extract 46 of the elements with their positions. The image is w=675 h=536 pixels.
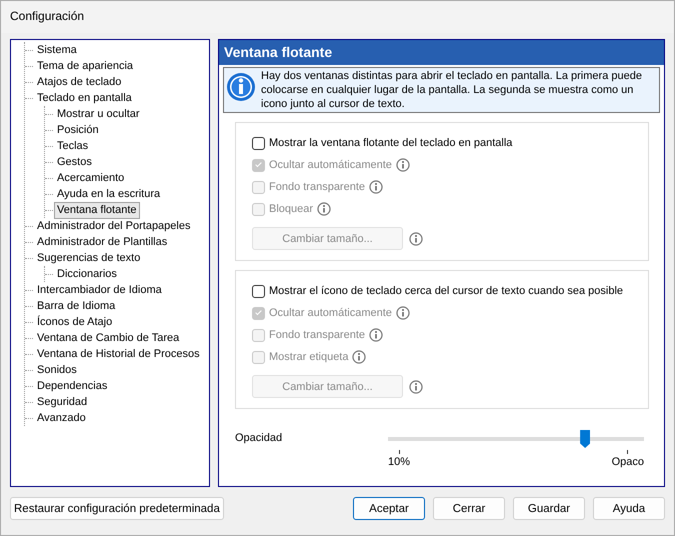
tree-item[interactable]: Mostrar u ocultar [54, 106, 143, 122]
tick-label: 10% [388, 456, 410, 468]
tree-item[interactable]: Avanzado [34, 410, 89, 426]
tree-item[interactable]: Administrador de Plantillas [34, 234, 170, 250]
dialog-button[interactable]: Cerrar [433, 497, 505, 520]
tree-item[interactable]: Diccionarios [54, 266, 120, 282]
tree-item[interactable]: Intercambiador de Idioma [34, 282, 165, 298]
tree-item[interactable]: Posición [54, 122, 102, 138]
dialog-button[interactable]: Aceptar [353, 497, 425, 520]
info-text: Hay dos ventanas distintas para abrir el teclado en pantalla. La primera puede colocarse en cualquier lugar de la pantalla. La segunda se muestra como un icono junto al cursor de texto. [261, 69, 643, 111]
checkbox-label: Mostrar el ícono de teclado cerca del cursor de texto cuando sea posible [269, 285, 624, 297]
checkbox-label: Fondo transparente [269, 329, 366, 341]
tree-item[interactable]: Acercamiento [54, 170, 128, 186]
checkbox[interactable] [252, 284, 265, 298]
checkbox-label: Mostrar la ventana flotante del teclado en pantalla [269, 137, 512, 149]
checkbox-label: Mostrar etiqueta [269, 351, 348, 363]
panel-title: Ventana flotante [219, 40, 664, 65]
dialog-button[interactable]: Ayuda [593, 497, 665, 520]
tree-item[interactable]: Teclado en pantalla [34, 90, 135, 106]
checkbox[interactable] [252, 136, 265, 150]
checkbox-label: Fondo transparente [269, 181, 366, 193]
tree-item[interactable]: Teclas [54, 138, 92, 154]
tree-item[interactable]: Ventana de Historial de Procesos [34, 346, 203, 362]
tree-item[interactable]: Administrador del Portapapeles [34, 218, 194, 234]
tree-item[interactable]: Ventana flotante [54, 202, 140, 218]
slider-label: Opacidad [235, 431, 284, 446]
info-icon [226, 72, 256, 102]
tree-item[interactable]: Tema de apariencia [34, 58, 136, 74]
tick-label: Opaco [612, 456, 644, 468]
tree-item[interactable]: Dependencias [34, 378, 110, 394]
tree-item[interactable]: Íconos de Atajo [34, 314, 116, 330]
restore-defaults-button[interactable]: Restaurar configuración predeterminada [10, 497, 224, 520]
checkbox-label: Ocultar automáticamente [269, 159, 392, 171]
checkbox-label: Bloquear [269, 203, 314, 215]
slider-thumb[interactable] [580, 430, 590, 448]
tree-item[interactable]: Barra de Idioma [34, 298, 118, 314]
tree-item[interactable]: Ayuda en la escritura [54, 186, 164, 202]
tree-item[interactable]: Sugerencias de texto [34, 250, 144, 266]
tree-item[interactable]: Seguridad [34, 394, 90, 410]
tree-item[interactable]: Atajos de teclado [34, 74, 124, 90]
dialog-button[interactable]: Guardar [513, 497, 585, 520]
tree-item[interactable]: Ventana de Cambio de Tarea [34, 330, 182, 346]
tree-item[interactable]: Sonidos [34, 362, 80, 378]
tree-item[interactable]: Sistema [34, 42, 80, 58]
checkbox-label: Ocultar automáticamente [269, 307, 392, 319]
tree-item[interactable]: Gestos [54, 154, 95, 170]
